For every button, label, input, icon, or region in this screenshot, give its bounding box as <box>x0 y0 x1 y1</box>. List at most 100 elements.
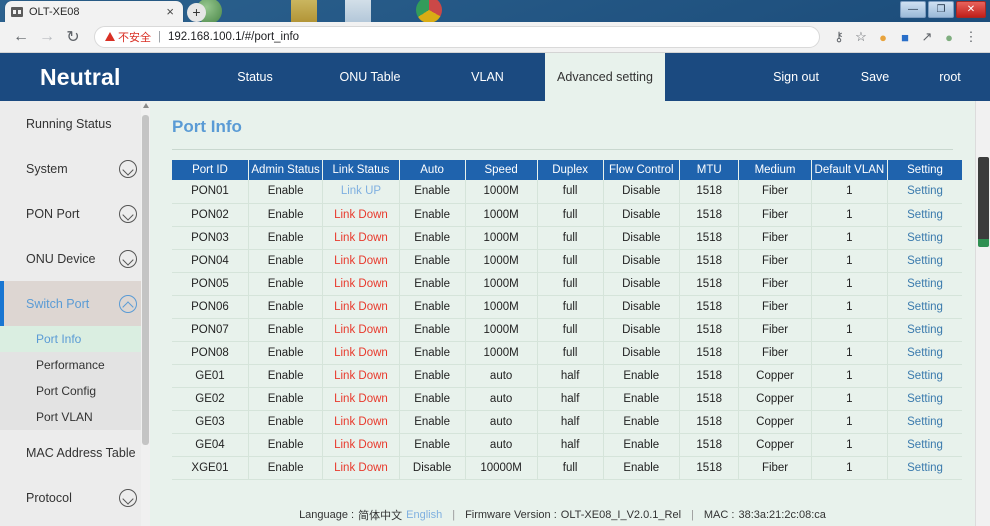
link-status-cell: Link Down <box>322 249 400 273</box>
cookie-extension-icon[interactable]: ● <box>872 30 894 45</box>
nav-save[interactable]: Save <box>840 53 910 101</box>
table-cell: 1518 <box>679 272 740 296</box>
sidebar-subitem-label: Port Config <box>36 384 97 398</box>
setting-link[interactable]: Setting <box>887 226 962 250</box>
window-close-button[interactable]: ✕ <box>956 1 986 18</box>
nav-tab-advanced-setting[interactable]: Advanced setting <box>545 53 665 101</box>
table-cell: 1 <box>811 410 889 434</box>
link-status-cell: Link Down <box>322 341 400 365</box>
sidebar-subitem-label: Port VLAN <box>36 410 93 424</box>
table-cell: Copper <box>738 410 812 434</box>
reload-icon[interactable]: ↻ <box>60 27 86 47</box>
table-column-header: Auto <box>399 160 466 180</box>
key-icon[interactable]: ⚷ <box>828 29 850 45</box>
doc-extension-icon[interactable]: ■ <box>894 30 916 45</box>
menu-icon[interactable]: ⋮ <box>960 29 982 45</box>
table-row: PON07 Enable Link Down Enable 1000M full Disab… <box>172 318 962 342</box>
sidebar-subitem-performance[interactable]: Performance <box>0 352 149 378</box>
main-content: Port Info Port ID Admin Status Link Status… <box>150 101 975 526</box>
omnibox-separator: | <box>158 31 161 43</box>
new-tab-button[interactable]: + <box>187 3 206 22</box>
sidebar-item-switch-port[interactable]: Switch Port <box>0 281 149 326</box>
scroll-up-arrow-icon[interactable] <box>143 103 149 108</box>
setting-link[interactable]: Setting <box>887 410 962 434</box>
sidebar-item-running-status[interactable]: Running Status <box>0 101 149 146</box>
nav-tab-status[interactable]: Status <box>200 53 310 101</box>
table-cell: 1000M <box>465 203 538 227</box>
profile-avatar[interactable]: ● <box>938 30 960 45</box>
table-cell: 1000M <box>465 318 538 342</box>
sidebar-item-mac-address-table[interactable]: MAC Address Table <box>0 430 149 475</box>
setting-link[interactable]: Setting <box>887 295 962 319</box>
table-cell: Enable <box>603 433 680 457</box>
sidebar-scrollbar-thumb[interactable] <box>142 115 149 445</box>
table-cell: Enable <box>399 410 466 434</box>
language-english-link[interactable]: English <box>406 509 442 521</box>
port-id-cell: PON02 <box>172 203 249 227</box>
table-cell: Fiber <box>738 295 812 319</box>
table-cell: half <box>537 364 604 388</box>
nav-sign-out[interactable]: Sign out <box>752 53 840 101</box>
close-icon[interactable]: × <box>163 5 177 18</box>
sidebar-subitem-port-vlan[interactable]: Port VLAN <box>0 404 149 430</box>
share-extension-icon[interactable]: ↗ <box>916 29 938 45</box>
table-cell: full <box>537 249 604 273</box>
sidebar-item-pon-port[interactable]: PON Port <box>0 191 149 236</box>
setting-link[interactable]: Setting <box>887 387 962 411</box>
page-scrollbar[interactable] <box>975 101 990 526</box>
table-cell: full <box>537 456 604 480</box>
table-cell: 1 <box>811 295 889 319</box>
sidebar-subitem-port-info[interactable]: Port Info <box>0 326 149 352</box>
tab-favicon <box>11 6 23 17</box>
sidebar-item-label: MAC Address Table <box>26 445 136 460</box>
star-icon[interactable]: ☆ <box>850 29 872 45</box>
table-cell: 1 <box>811 249 889 273</box>
address-bar[interactable]: 不安全 | 192.168.100.1/#/port_info <box>94 26 820 48</box>
sidebar-item-system[interactable]: System <box>0 146 149 191</box>
setting-link[interactable]: Setting <box>887 364 962 388</box>
table-cell: 1 <box>811 226 889 250</box>
table-cell: Disable <box>603 203 680 227</box>
setting-link[interactable]: Setting <box>887 180 962 204</box>
language-chinese-link[interactable]: 简体中文 <box>358 507 402 523</box>
table-row: GE04 Enable Link Down Enable auto half Enable 1… <box>172 433 962 457</box>
table-cell: 1518 <box>679 456 740 480</box>
setting-link[interactable]: Setting <box>887 456 962 480</box>
port-id-cell: PON04 <box>172 249 249 273</box>
table-cell: 1518 <box>679 341 740 365</box>
setting-link[interactable]: Setting <box>887 318 962 342</box>
sidebar-subitem-port-config[interactable]: Port Config <box>0 378 149 404</box>
not-secure-badge[interactable]: 不安全 <box>105 29 151 45</box>
browser-tab[interactable]: OLT-XE08 × <box>5 1 183 22</box>
table-cell: Enable <box>399 180 466 204</box>
table-cell: full <box>537 226 604 250</box>
table-cell: Enable <box>248 226 324 250</box>
setting-link[interactable]: Setting <box>887 249 962 273</box>
setting-link[interactable]: Setting <box>887 433 962 457</box>
sidebar-item-label: ONU Device <box>26 251 96 266</box>
nav-tab-vlan[interactable]: VLAN <box>430 53 545 101</box>
setting-link[interactable]: Setting <box>887 341 962 365</box>
table-cell: Fiber <box>738 341 812 365</box>
sidebar-item-onu-device[interactable]: ONU Device <box>0 236 149 281</box>
link-status-cell: Link Down <box>322 387 400 411</box>
setting-link[interactable]: Setting <box>887 203 962 227</box>
app-navbar: Neutral Status ONU Table VLAN Advanced s… <box>0 53 990 101</box>
link-status-cell: Link Down <box>322 226 400 250</box>
port-id-cell: GE03 <box>172 410 249 434</box>
table-header-row: Port ID Admin Status Link Status Auto Speed D… <box>172 160 962 180</box>
nav-tab-onu-table[interactable]: ONU Table <box>310 53 430 101</box>
back-icon[interactable]: ← <box>8 28 34 46</box>
minimize-button[interactable]: — <box>900 1 926 18</box>
nav-user-root[interactable]: root <box>910 53 990 101</box>
setting-link[interactable]: Setting <box>887 272 962 296</box>
page-scrollbar-thumb[interactable] <box>978 157 989 245</box>
maximize-button[interactable]: ❐ <box>928 1 954 18</box>
sidebar-scrollbar[interactable] <box>141 101 150 526</box>
forward-icon[interactable]: → <box>34 28 60 46</box>
table-cell: 1000M <box>465 180 538 204</box>
tab-title: OLT-XE08 <box>29 5 80 18</box>
port-id-cell: GE02 <box>172 387 249 411</box>
sidebar-item-protocol[interactable]: Protocol <box>0 475 149 520</box>
table-cell: 1518 <box>679 410 740 434</box>
